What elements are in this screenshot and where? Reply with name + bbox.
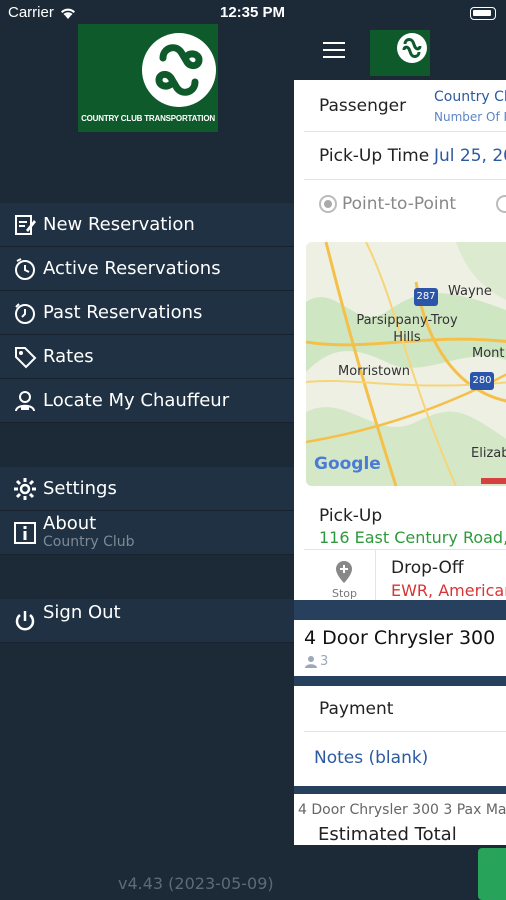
pickup-time-value: Jul 25, 20 (434, 146, 506, 166)
hamburger-menu-icon[interactable] (323, 42, 345, 60)
passenger-value: Country Cl (434, 89, 506, 105)
info-icon (12, 520, 38, 546)
highway-287-shield: 287 (414, 288, 438, 306)
secondary-menu: Settings About Country Club (0, 467, 294, 555)
menu-item-locate-chauffeur[interactable]: Locate My Chauffeur (0, 379, 294, 423)
menu-label: Settings (43, 478, 117, 499)
menu-item-settings[interactable]: Settings (0, 467, 294, 511)
menu-item-new-reservation[interactable]: New Reservation (0, 203, 294, 247)
vehicle-name: 4 Door Chrysler 300 (304, 627, 496, 649)
nav-bar (294, 0, 506, 80)
google-logo: Google (314, 454, 381, 474)
new-reservation-icon (12, 212, 38, 238)
menu-label: About (43, 512, 97, 534)
passenger-icon (305, 656, 317, 668)
menu-item-past-reservations[interactable]: Past Reservations (0, 291, 294, 335)
map-label-mont: Mont (472, 346, 505, 361)
logo-mark-icon (142, 33, 216, 107)
header-logo (370, 30, 430, 76)
route-map[interactable]: Wayne Parsippany-Troy Hills Morristown M… (306, 242, 506, 486)
map-label-morristown: Morristown (338, 364, 410, 379)
carrier-label: Carrier (8, 4, 54, 21)
app-screen: Carrier 12:35 PM COUNTRY CLUB TRANSPORTA… (0, 0, 506, 900)
menu-label: New Reservation (43, 214, 195, 235)
passenger-count: Number Of P (434, 110, 506, 124)
vehicle-card[interactable]: 4 Door Chrysler 300 3 (294, 620, 506, 676)
vehicle-caption: 4 Door Chrysler 300 3 Pax Max (298, 802, 506, 818)
dropoff-label: Drop-Off (391, 558, 464, 578)
menu-label: Active Reservations (43, 258, 221, 279)
card-band (294, 786, 506, 794)
pickup-address: 116 East Century Road, (319, 528, 506, 547)
estimated-total-label: Estimated Total (318, 824, 457, 845)
hourly-radio[interactable] (496, 195, 506, 213)
passenger-row[interactable]: Passenger Country Cl Number Of P (304, 80, 506, 132)
main-menu: New Reservation Active Reservations Past… (0, 203, 294, 423)
power-icon (12, 608, 38, 634)
map-label-elizabeth: Elizab (471, 446, 506, 461)
trip-type-label: Point-to-Point (342, 194, 457, 214)
highway-280-shield: 280 (470, 372, 494, 390)
notes-button[interactable]: Notes (blank) (314, 748, 428, 768)
sidebar-drawer: Carrier 12:35 PM COUNTRY CLUB TRANSPORTA… (0, 0, 294, 900)
bottom-bar (294, 845, 506, 900)
vehicle-band-top (294, 600, 506, 622)
menu-sublabel: Country Club (43, 533, 135, 550)
status-time: 12:35 PM (220, 4, 286, 21)
menu-label: Rates (43, 346, 94, 367)
chauffeur-icon (12, 388, 38, 414)
battery-icon (470, 7, 496, 20)
passenger-label: Passenger (319, 96, 407, 116)
menu-label: Sign Out (43, 602, 121, 623)
payment-row[interactable]: Payment (304, 686, 506, 732)
reservation-form: Passenger Country Cl Number Of P Pick-Up… (294, 80, 506, 608)
pickup-time-label: Pick-Up Time (319, 146, 430, 166)
pickup-row[interactable]: Pick-Up 116 East Century Road, (304, 498, 506, 550)
about-text: About Country Club (43, 514, 135, 552)
pickup-time-row[interactable]: Pick-Up Time Jul 25, 20 (304, 132, 506, 180)
active-reservations-icon (12, 256, 38, 282)
stop-label: Stop (332, 587, 358, 600)
vehicle-band-bottom (294, 676, 506, 686)
menu-item-active-reservations[interactable]: Active Reservations (0, 247, 294, 291)
menu-item-rates[interactable]: Rates (0, 335, 294, 379)
payment-notes-card: Payment Notes (blank) (294, 686, 506, 786)
payment-label: Payment (319, 699, 394, 719)
wifi-icon (60, 8, 75, 19)
vehicle-capacity: 3 (320, 654, 329, 669)
pickup-label: Pick-Up (319, 506, 383, 526)
gear-icon (12, 476, 38, 502)
trip-type-row: Point-to-Point (304, 180, 506, 230)
signout-menu: Sign Out (0, 599, 294, 643)
menu-label: Locate My Chauffeur (43, 390, 230, 411)
menu-item-about[interactable]: About Country Club (0, 511, 294, 555)
book-button[interactable] (478, 848, 506, 900)
past-reservations-icon (12, 300, 38, 326)
map-label-wayne: Wayne (448, 284, 492, 299)
tag-icon (12, 344, 38, 370)
logo-caption: COUNTRY CLUB TRANSPORTATION (81, 114, 215, 123)
menu-item-sign-out[interactable]: Sign Out (0, 599, 294, 643)
menu-label: Past Reservations (43, 302, 203, 323)
main-screen[interactable]: Passenger Country Cl Number Of P Pick-Up… (294, 0, 506, 900)
status-carrier: Carrier (8, 4, 77, 21)
point-to-point-radio[interactable] (319, 195, 337, 213)
dropoff-address: EWR, American (391, 581, 506, 600)
map-pin-icon (336, 561, 352, 583)
map-label-parsippany: Parsippany-Troy Hills (356, 313, 458, 345)
app-version: v4.43 (2023-05-09) (118, 874, 274, 893)
